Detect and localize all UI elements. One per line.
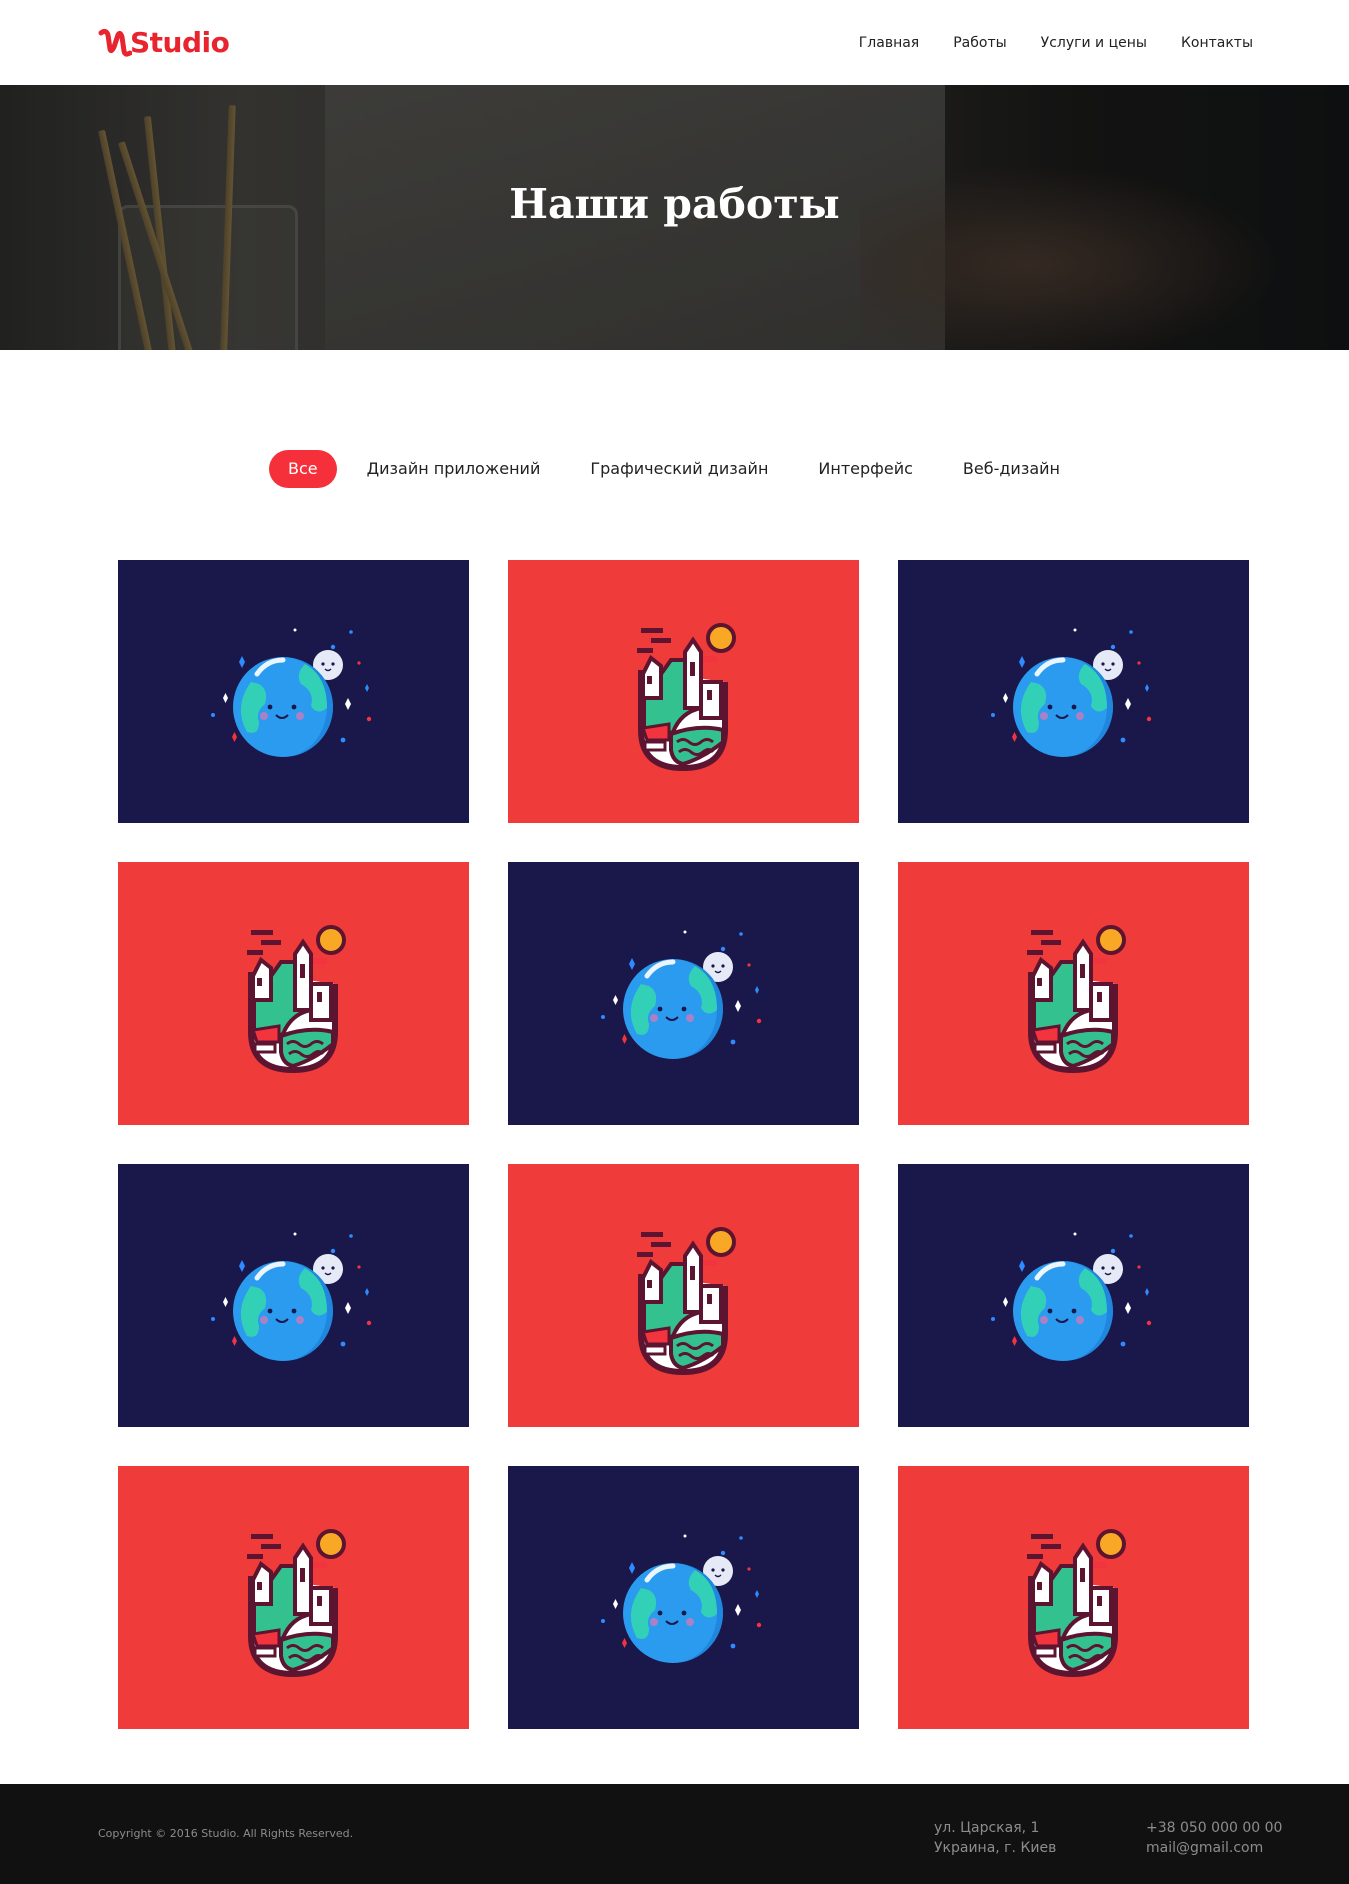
footer-contacts: +38 050 000 00 00 mail@gmail.com bbox=[1146, 1818, 1282, 1858]
city-icon bbox=[989, 914, 1159, 1074]
filter-app-design[interactable]: Дизайн приложений bbox=[347, 450, 561, 488]
portfolio-item[interactable] bbox=[118, 1164, 469, 1427]
page-title: Наши работы bbox=[509, 180, 840, 228]
nav-link-works[interactable]: Работы bbox=[953, 35, 1006, 51]
city-icon bbox=[599, 1216, 769, 1376]
planet-icon bbox=[989, 1216, 1159, 1376]
address-city: Украина, г. Киев bbox=[934, 1840, 1057, 1856]
portfolio-item[interactable] bbox=[898, 560, 1249, 823]
address-street: ул. Царская, 1 bbox=[934, 1820, 1040, 1836]
portfolio-filter-bar: Все Дизайн приложений Графический дизайн… bbox=[0, 450, 1349, 488]
filter-all[interactable]: Все bbox=[269, 450, 337, 488]
site-header: Studio Главная Работы Услуги и цены Конт… bbox=[0, 0, 1349, 85]
logo-text: Studio bbox=[130, 25, 230, 59]
planet-icon bbox=[599, 1518, 769, 1678]
city-icon bbox=[209, 914, 379, 1074]
site-footer: Copyright © 2016 Studio. All Rights Rese… bbox=[0, 1784, 1349, 1884]
portfolio-item[interactable] bbox=[118, 560, 469, 823]
portfolio-item[interactable] bbox=[508, 1466, 859, 1729]
footer-phone[interactable]: +38 050 000 00 00 bbox=[1146, 1818, 1282, 1838]
portfolio-item[interactable] bbox=[118, 1466, 469, 1729]
city-icon bbox=[989, 1518, 1159, 1678]
portfolio-grid bbox=[118, 560, 1250, 1729]
planet-icon bbox=[599, 914, 769, 1074]
portfolio-item[interactable] bbox=[118, 862, 469, 1125]
filter-interface[interactable]: Интерфейс bbox=[798, 450, 932, 488]
city-icon bbox=[599, 612, 769, 772]
portfolio-item[interactable] bbox=[508, 862, 859, 1125]
hero-banner: Наши работы bbox=[0, 85, 1349, 350]
portfolio-item[interactable] bbox=[508, 1164, 859, 1427]
copyright-text: Copyright © 2016 Studio. All Rights Rese… bbox=[98, 1827, 354, 1840]
filter-web-design[interactable]: Веб-дизайн bbox=[943, 450, 1080, 488]
logo[interactable]: Studio bbox=[98, 24, 230, 60]
portfolio-item[interactable] bbox=[508, 560, 859, 823]
nav-link-contacts[interactable]: Контакты bbox=[1181, 35, 1253, 51]
nav-link-services[interactable]: Услуги и цены bbox=[1041, 35, 1147, 51]
footer-email[interactable]: mail@gmail.com bbox=[1146, 1838, 1282, 1858]
footer-address: ул. Царская, 1 Украина, г. Киев bbox=[934, 1818, 1056, 1858]
portfolio-item[interactable] bbox=[898, 1466, 1249, 1729]
logo-mark-icon bbox=[98, 28, 132, 57]
planet-icon bbox=[209, 1216, 379, 1376]
city-icon bbox=[209, 1518, 379, 1678]
main-nav: Главная Работы Услуги и цены Контакты bbox=[859, 0, 1253, 85]
planet-icon bbox=[989, 612, 1159, 772]
filter-graphic-design[interactable]: Графический дизайн bbox=[570, 450, 788, 488]
portfolio-item[interactable] bbox=[898, 862, 1249, 1125]
nav-link-home[interactable]: Главная bbox=[859, 35, 919, 51]
portfolio-item[interactable] bbox=[898, 1164, 1249, 1427]
planet-icon bbox=[209, 612, 379, 772]
